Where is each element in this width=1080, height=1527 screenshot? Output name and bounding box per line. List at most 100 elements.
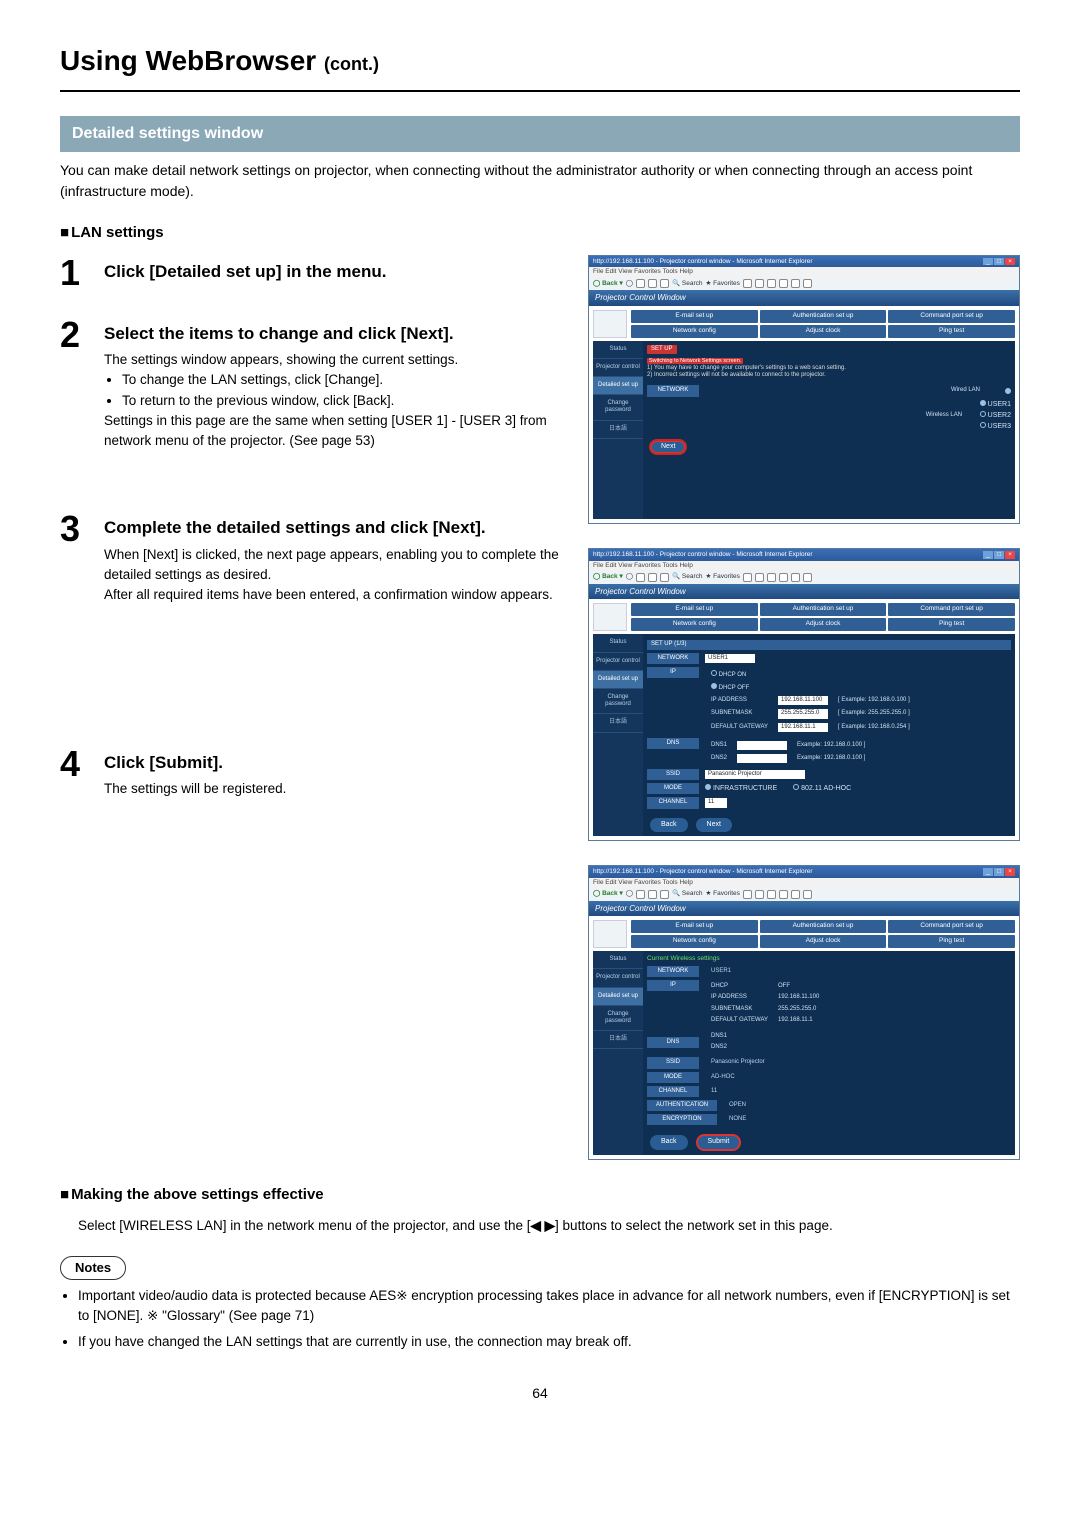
- back-button[interactable]: Back: [650, 818, 688, 832]
- tab-authentication[interactable]: Authentication set up: [760, 310, 887, 323]
- refresh-icon[interactable]: [648, 573, 657, 582]
- radio-wired-lan[interactable]: [1005, 388, 1011, 394]
- ip-address-input[interactable]: 192.168.11.100: [778, 696, 828, 705]
- minimize-icon[interactable]: _: [983, 551, 993, 559]
- sidebar-item-projector-control[interactable]: Projector control: [593, 359, 643, 377]
- tab-network-config[interactable]: Network config: [631, 935, 758, 948]
- radio-user2[interactable]: [980, 411, 986, 417]
- sidebar-item-japanese[interactable]: 日本語: [593, 714, 643, 732]
- tab-adjust-clock[interactable]: Adjust clock: [760, 935, 887, 948]
- radio-adhoc[interactable]: [793, 784, 799, 790]
- search-button[interactable]: 🔍 Search: [672, 573, 703, 581]
- browser-toolbar[interactable]: ◯ Back ▾ ◯ 🔍 Search ★ Favorites: [589, 571, 1019, 584]
- home-icon[interactable]: [660, 890, 669, 899]
- toolbar-icon[interactable]: [791, 279, 800, 288]
- favorites-button[interactable]: ★ Favorites: [706, 890, 740, 898]
- menu-bar[interactable]: File Edit View Favorites Tools Help: [589, 561, 1019, 571]
- sidebar-item-detailed-setup[interactable]: Detailed set up: [593, 671, 643, 689]
- toolbar-icon[interactable]: [743, 573, 752, 582]
- toolbar-icon[interactable]: [803, 890, 812, 899]
- tab-ping-test[interactable]: Ping test: [888, 935, 1015, 948]
- menu-bar[interactable]: File Edit View Favorites Tools Help: [589, 878, 1019, 888]
- forward-button[interactable]: ◯: [626, 280, 633, 288]
- radio-user1[interactable]: [980, 400, 986, 406]
- tab-authentication[interactable]: Authentication set up: [760, 920, 887, 933]
- toolbar-icon[interactable]: [803, 279, 812, 288]
- tab-authentication[interactable]: Authentication set up: [760, 603, 887, 616]
- back-button[interactable]: ◯ Back ▾: [593, 573, 623, 581]
- tab-network-config[interactable]: Network config: [631, 325, 758, 338]
- tab-adjust-clock[interactable]: Adjust clock: [760, 325, 887, 338]
- home-icon[interactable]: [660, 573, 669, 582]
- sidebar-item-projector-control[interactable]: Projector control: [593, 969, 643, 987]
- close-icon[interactable]: ×: [1005, 868, 1015, 876]
- sidebar-item-change-password[interactable]: Change password: [593, 689, 643, 714]
- tab-email-setup[interactable]: E-mail set up: [631, 603, 758, 616]
- stop-icon[interactable]: [636, 890, 645, 899]
- tab-email-setup[interactable]: E-mail set up: [631, 920, 758, 933]
- search-button[interactable]: 🔍 Search: [672, 890, 703, 898]
- tab-network-config[interactable]: Network config: [631, 618, 758, 631]
- radio-dhcp-off[interactable]: [711, 683, 717, 689]
- toolbar-icon[interactable]: [803, 573, 812, 582]
- close-icon[interactable]: ×: [1005, 551, 1015, 559]
- tab-ping-test[interactable]: Ping test: [888, 325, 1015, 338]
- sidebar-item-change-password[interactable]: Change password: [593, 1006, 643, 1031]
- maximize-icon[interactable]: □: [994, 258, 1004, 266]
- favorites-button[interactable]: ★ Favorites: [706, 280, 740, 288]
- toolbar-icon[interactable]: [779, 573, 788, 582]
- minimize-icon[interactable]: _: [983, 868, 993, 876]
- toolbar-icon[interactable]: [779, 279, 788, 288]
- browser-toolbar[interactable]: ◯ Back ▾ ◯ 🔍 Search ★ Favorites: [589, 888, 1019, 901]
- dns2-input[interactable]: [737, 754, 787, 763]
- tab-adjust-clock[interactable]: Adjust clock: [760, 618, 887, 631]
- tab-command-port[interactable]: Command port set up: [888, 310, 1015, 323]
- toolbar-icon[interactable]: [767, 573, 776, 582]
- stop-icon[interactable]: [636, 573, 645, 582]
- back-button[interactable]: Back: [650, 1135, 688, 1149]
- radio-dhcp-on[interactable]: [711, 670, 717, 676]
- submit-button[interactable]: Submit: [696, 1134, 742, 1150]
- sidebar-item-japanese[interactable]: 日本語: [593, 1031, 643, 1049]
- toolbar-icon[interactable]: [743, 279, 752, 288]
- sidebar-item-projector-control[interactable]: Projector control: [593, 653, 643, 671]
- forward-button[interactable]: ◯: [626, 890, 633, 898]
- favorites-button[interactable]: ★ Favorites: [706, 573, 740, 581]
- home-icon[interactable]: [660, 279, 669, 288]
- ssid-input[interactable]: Panasonic Projector: [705, 770, 805, 779]
- back-button[interactable]: ◯ Back ▾: [593, 890, 623, 898]
- sidebar-item-detailed-setup[interactable]: Detailed set up: [593, 377, 643, 395]
- channel-input[interactable]: 11: [705, 798, 727, 807]
- gateway-input[interactable]: 192.168.11.1: [778, 723, 828, 732]
- refresh-icon[interactable]: [648, 279, 657, 288]
- minimize-icon[interactable]: _: [983, 258, 993, 266]
- stop-icon[interactable]: [636, 279, 645, 288]
- toolbar-icon[interactable]: [755, 279, 764, 288]
- back-button[interactable]: ◯ Back ▾: [593, 280, 623, 288]
- sidebar-item-status[interactable]: Status: [593, 634, 643, 652]
- sidebar-item-status[interactable]: Status: [593, 951, 643, 969]
- browser-toolbar[interactable]: ◯ Back ▾ ◯ 🔍 Search ★ Favorites: [589, 277, 1019, 290]
- sidebar-item-status[interactable]: Status: [593, 341, 643, 359]
- toolbar-icon[interactable]: [767, 279, 776, 288]
- toolbar-icon[interactable]: [791, 890, 800, 899]
- toolbar-icon[interactable]: [743, 890, 752, 899]
- close-icon[interactable]: ×: [1005, 258, 1015, 266]
- toolbar-icon[interactable]: [791, 573, 800, 582]
- sidebar-item-detailed-setup[interactable]: Detailed set up: [593, 988, 643, 1006]
- sidebar-item-change-password[interactable]: Change password: [593, 395, 643, 420]
- toolbar-icon[interactable]: [779, 890, 788, 899]
- next-button[interactable]: Next: [649, 439, 687, 455]
- maximize-icon[interactable]: □: [994, 551, 1004, 559]
- radio-user3[interactable]: [980, 422, 986, 428]
- forward-button[interactable]: ◯: [626, 573, 633, 581]
- tab-email-setup[interactable]: E-mail set up: [631, 310, 758, 323]
- refresh-icon[interactable]: [648, 890, 657, 899]
- tab-ping-test[interactable]: Ping test: [888, 618, 1015, 631]
- radio-infrastructure[interactable]: [705, 784, 711, 790]
- subnet-input[interactable]: 255.255.255.0: [778, 709, 828, 718]
- sidebar-item-japanese[interactable]: 日本語: [593, 421, 643, 439]
- toolbar-icon[interactable]: [767, 890, 776, 899]
- menu-bar[interactable]: File Edit View Favorites Tools Help: [589, 267, 1019, 277]
- tab-command-port[interactable]: Command port set up: [888, 920, 1015, 933]
